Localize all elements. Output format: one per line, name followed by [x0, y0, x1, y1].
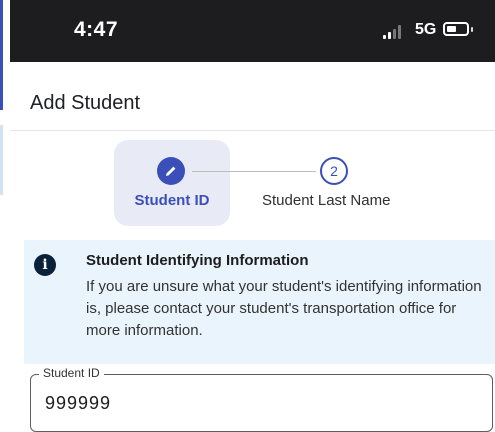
left-edge-accent: [0, 0, 3, 110]
pencil-icon: [166, 166, 176, 176]
battery-icon: [443, 22, 469, 36]
info-banner: i Student Identifying Information If you…: [24, 240, 495, 364]
student-id-field[interactable]: Student ID: [30, 366, 493, 432]
step-1-indicator: [157, 157, 185, 185]
app-content: Add Student 2 Student ID Student Last Na…: [10, 62, 495, 432]
info-body: If you are unsure what your student's id…: [86, 278, 482, 339]
step-2-label[interactable]: Student Last Name: [262, 192, 390, 209]
info-title: Student Identifying Information: [86, 252, 309, 269]
left-edge: [0, 0, 8, 432]
page-title: Add Student: [30, 92, 141, 114]
left-edge-highlight: [0, 125, 3, 195]
header-divider: [10, 130, 495, 131]
step-connector: [192, 171, 316, 172]
signal-icon: [383, 23, 405, 39]
step-2-indicator[interactable]: 2: [320, 157, 348, 185]
status-bar: 4:47 5G: [10, 0, 495, 62]
battery-nub: [471, 27, 473, 32]
network-type: 5G: [415, 21, 437, 38]
status-time: 4:47: [74, 18, 119, 41]
info-icon: i: [34, 254, 56, 276]
step-1-label[interactable]: Student ID: [114, 192, 230, 209]
student-id-label: Student ID: [39, 366, 104, 380]
student-id-input[interactable]: [45, 393, 445, 414]
